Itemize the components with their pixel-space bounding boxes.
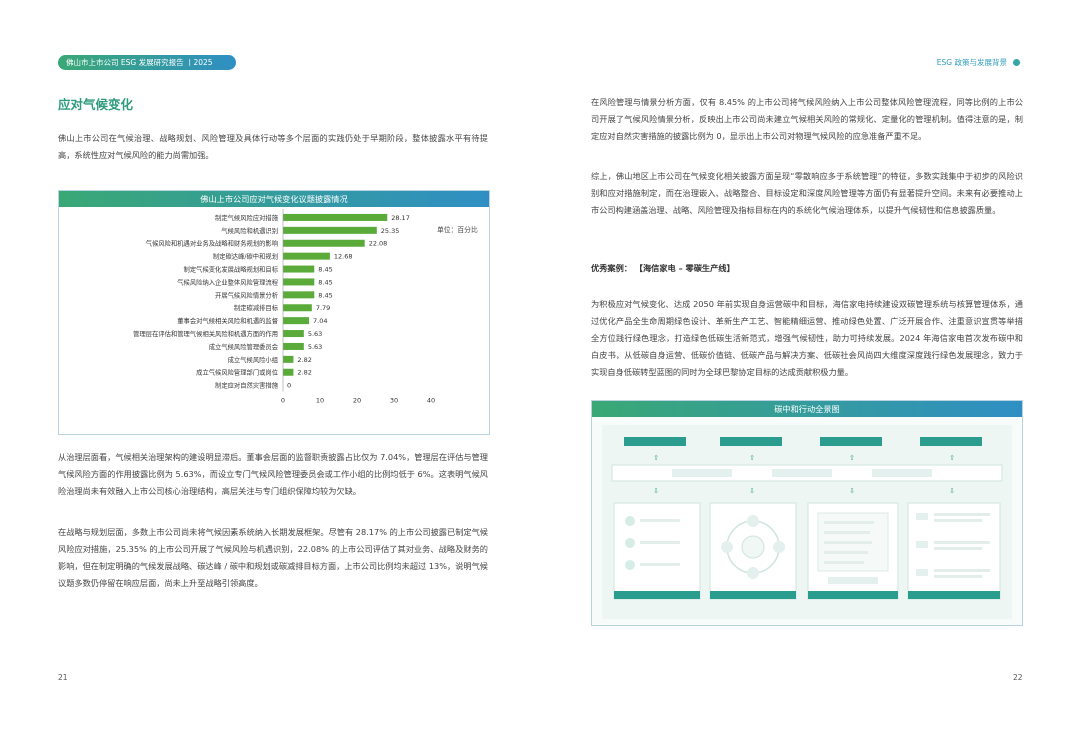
data-label: 12.68: [334, 253, 353, 261]
section-dot-icon: [1013, 59, 1020, 66]
bar: [283, 355, 294, 363]
arrow-down-icon: ⇩: [849, 487, 855, 495]
category-label: 制定气候风险应对措施: [215, 213, 279, 222]
section-header-label: ESG 政策与发展背景: [936, 58, 1007, 67]
summary-paragraph: 综上，佛山地区上市公司在气候变化相关披露方面呈现“零散响应多于系统管理”的特征，…: [591, 171, 1023, 215]
data-label: 0: [287, 382, 291, 390]
page-number-right: 22: [1013, 673, 1023, 682]
data-label: 8.45: [318, 265, 332, 273]
tick-label: 30: [390, 397, 398, 405]
category-label: 制定气候变化发展战略规划和目标: [184, 264, 279, 273]
category-label: 制定碳减排目标: [234, 303, 279, 312]
bar: [283, 291, 315, 299]
category-label: 气候风险纳入企业整体风险管理流程: [177, 277, 278, 286]
category-label: 制定碳达峰/碳中和规划: [213, 252, 278, 261]
category-label: 成立气候风险管理委员会: [209, 342, 279, 351]
arrow-up-icon: ⇧: [849, 454, 855, 462]
data-label: 8.45: [318, 278, 332, 286]
category-label: 成立气候风险管理部门或岗位: [196, 368, 279, 377]
arrow-up-icon: ⇧: [653, 454, 659, 462]
report-header-badge: 佛山市上市公司 ESG 发展研究报告 丨2025: [58, 55, 236, 70]
data-label: 22.08: [369, 240, 388, 248]
bar: [283, 330, 304, 338]
tick-label: 0: [281, 397, 285, 405]
chart-title: 佛山上市公司应对气候变化议题披露情况: [59, 191, 489, 207]
category-label: 气候风险和机遇识别: [221, 226, 278, 235]
category-label: 开展气候风险情景分析: [215, 290, 279, 299]
diagram-cycle-node: [721, 541, 733, 553]
diagram-row: [916, 541, 928, 548]
page-number-left: 21: [58, 673, 68, 682]
tick-label: 10: [316, 397, 324, 405]
diagram-figure-svg: ⇧ ⇧ ⇧ ⇧ ⇩ ⇩ ⇩ ⇩: [611, 437, 1003, 600]
bar: [283, 213, 388, 221]
data-label: 28.17: [391, 214, 410, 222]
diagram-panel-footer: [710, 591, 796, 599]
case-paragraph: 为积极应对气候变化、达成 2050 年前实现自身运营碳中和目标，海信家电持续建设…: [591, 299, 1023, 377]
bar: [283, 342, 304, 350]
tick-label: 40: [427, 397, 435, 405]
diagram-cycle-node: [773, 541, 785, 553]
bar: [283, 265, 315, 273]
bar: [283, 304, 312, 312]
diagram-band-item: [772, 469, 832, 477]
bar: [283, 278, 315, 286]
bar: [283, 252, 330, 260]
strategy-paragraph: 在战略与规划层面，多数上市公司尚未将气候因素系统纳入长期发展框架。尽管有 28.…: [58, 527, 488, 588]
category-label: 制定应对自然灾害措施: [215, 381, 279, 390]
tick-label: 20: [353, 397, 361, 405]
diagram-panel-icon: [625, 560, 635, 570]
diagram-panel-icon: [625, 516, 635, 526]
bar: [283, 239, 365, 247]
category-label: 管理层在评估和管理气候相关风险和机遇方面的作用: [133, 329, 278, 338]
bar: [283, 317, 310, 325]
diagram-panel-footer: [908, 591, 1000, 599]
bar-chart-svg: 制定气候风险应对措施 28.17 气候风险和机遇识别 25.35 气候风险和机遇对业务及…: [133, 209, 435, 405]
data-label: 2.82: [297, 369, 311, 377]
diagram-figure: ⇧ ⇧ ⇧ ⇧ ⇩ ⇩ ⇩ ⇩: [602, 425, 1012, 619]
arrow-down-icon: ⇩: [653, 487, 659, 495]
governance-paragraph: 从治理层面看，气候相关治理架构的建设明显滞后。董事会层面的监督职责披露占比仅为 …: [58, 452, 488, 496]
diagram-panel-footer: [614, 591, 700, 599]
data-label: 5.63: [308, 343, 322, 351]
data-label: 7.04: [313, 317, 327, 325]
diagram-list-footer: [828, 577, 878, 584]
data-label: 7.79: [316, 304, 330, 312]
diagram-row: [916, 569, 928, 576]
arrow-up-icon: ⇧: [749, 454, 755, 462]
category-label: 气候风险和机遇对业务及战略和财务规划的影响: [146, 239, 278, 248]
bar: [283, 226, 377, 234]
diagram-band-item: [872, 469, 932, 477]
diagram-title: 碳中和行动全景图: [592, 401, 1022, 417]
diagram-tab: [920, 437, 982, 446]
category-label: 董事会对气候相关风险和机遇的监督: [177, 316, 278, 325]
section-header: ESG 政策与发展背景: [937, 55, 1020, 70]
arrow-down-icon: ⇩: [949, 487, 955, 495]
arrow-up-icon: ⇧: [949, 454, 955, 462]
category-label: 成立气候风险小组: [228, 355, 279, 364]
diagram-panel-footer: [808, 591, 898, 599]
diagram-tab: [624, 437, 686, 446]
data-label: 5.63: [308, 330, 322, 338]
diagram-panel-icon: [625, 538, 635, 548]
diagram-cycle-node: [747, 515, 759, 527]
intro-paragraph: 佛山上市公司在气候治理、战略规划、风险管理及具体行动等多个层面的实践仍处于早期阶…: [58, 133, 488, 160]
diagram-cycle-node: [747, 567, 759, 579]
data-label: 25.35: [381, 227, 400, 235]
arrow-down-icon: ⇩: [749, 487, 755, 495]
bar: [283, 368, 294, 376]
diagram-row: [916, 513, 928, 520]
disclosure-chart: 佛山上市公司应对气候变化议题披露情况 单位：百分比 制定气候风险应对措施 28.1…: [58, 190, 490, 435]
case-title: 优秀案例： 【海信家电 – 零碳生产线】: [591, 263, 735, 273]
diagram-cycle-core: [741, 535, 765, 559]
diagram-band-item: [672, 469, 732, 477]
page-title: 应对气候变化: [58, 97, 134, 112]
carbon-neutral-diagram: 碳中和行动全景图 ⇧ ⇧ ⇧ ⇧ ⇩ ⇩ ⇩ ⇩: [591, 400, 1023, 626]
data-label: 2.82: [297, 356, 311, 364]
diagram-tab: [820, 437, 882, 446]
diagram-tab: [720, 437, 782, 446]
risk-paragraph: 在风险管理与情景分析方面，仅有 8.45% 的上市公司将气候风险纳入上市公司整体…: [591, 97, 1023, 141]
data-label: 8.45: [318, 291, 332, 299]
